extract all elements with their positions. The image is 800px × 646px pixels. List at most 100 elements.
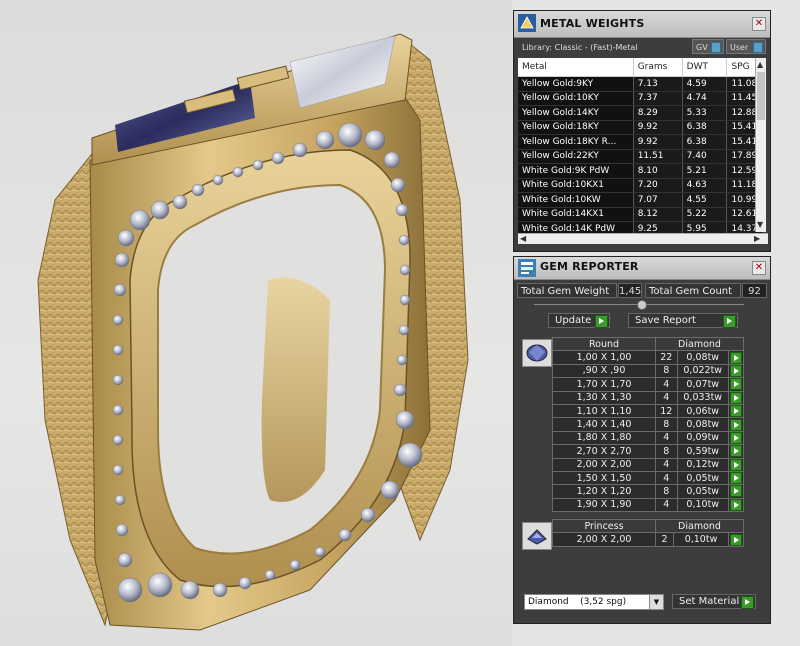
row-action-cell[interactable] (728, 444, 744, 459)
update-button[interactable]: Update (548, 313, 610, 328)
table-row[interactable]: 1,40 X 1,40 8 0,08tw (552, 417, 744, 432)
play-icon[interactable] (730, 431, 742, 444)
total-gem-count-label: Total Gem Count (645, 283, 741, 298)
table-row[interactable]: White Gold:9K PdW 8.10 5.21 12.59 (518, 163, 764, 179)
row-action-cell[interactable] (728, 532, 744, 547)
row-action-cell[interactable] (728, 403, 744, 419)
scroll-up-icon[interactable]: ▲ (757, 60, 763, 70)
table-row[interactable]: 1,20 X 1,20 8 0,05tw (552, 484, 744, 499)
3d-viewport[interactable] (0, 0, 512, 646)
play-icon[interactable] (730, 458, 742, 471)
table-cell: 11.51 (633, 149, 683, 164)
play-icon[interactable] (730, 391, 742, 404)
table-row[interactable]: Yellow Gold:18KY 9.92 6.38 15.41 (518, 120, 764, 135)
table-row[interactable]: 2,00 X 2,00 2 0,10tw (552, 532, 744, 547)
table-row[interactable]: 2,00 X 2,00 4 0,12tw (552, 457, 744, 472)
table-row[interactable]: Yellow Gold:9KY 7.13 4.59 11.08 (518, 76, 764, 92)
play-icon[interactable] (730, 445, 742, 458)
table-row[interactable]: 1,30 X 1,30 4 0,033tw (552, 390, 744, 405)
row-action-cell[interactable] (728, 390, 744, 405)
table-row[interactable]: 1,50 X 1,50 4 0,05tw (552, 470, 744, 486)
gv-toggle[interactable]: GV (692, 39, 724, 54)
table-row[interactable]: Yellow Gold:18KY R... 9.92 6.38 15.41 (518, 134, 764, 150)
row-action-cell[interactable] (728, 470, 744, 486)
metal-table-hscroll[interactable]: ◀ ▶ (518, 233, 768, 244)
col-grams[interactable]: Grams (633, 58, 683, 77)
scroll-down-icon[interactable]: ▼ (757, 220, 763, 230)
table-row[interactable]: 1,70 X 1,70 4 0,07tw (552, 377, 744, 392)
play-icon[interactable] (730, 351, 742, 364)
table-row[interactable]: White Gold:10KX1 7.20 4.63 11.18 (518, 178, 764, 193)
total-gem-weight-value: 1,45 (618, 283, 642, 298)
table-cell: 6.38 (682, 134, 728, 150)
table-row[interactable]: Yellow Gold:22KY 11.51 7.40 17.89 (518, 149, 764, 164)
col-metal[interactable]: Metal (518, 58, 634, 77)
table-row[interactable]: 1,00 X 1,00 22 0,08tw (552, 350, 744, 365)
table-cell: 0,59tw (676, 444, 729, 459)
set-material-button[interactable]: Set Material (672, 594, 756, 609)
close-icon[interactable]: ✕ (752, 261, 766, 275)
gem-reporter-titlebar[interactable]: GEM REPORTER ✕ (514, 257, 770, 280)
table-cell: 8.10 (633, 163, 683, 179)
splitter-knob-icon[interactable] (637, 300, 647, 310)
row-action-cell[interactable] (728, 457, 744, 472)
table-cell: 22 (655, 350, 678, 365)
table-row[interactable]: 1,10 X 1,10 12 0,06tw (552, 403, 744, 419)
col-dwt[interactable]: DWT (682, 58, 728, 77)
play-icon[interactable] (730, 378, 742, 391)
table-cell: 9.92 (633, 120, 683, 135)
table-row[interactable]: ,90 X ,90 8 0,022tw (552, 363, 744, 379)
play-icon[interactable] (730, 418, 742, 431)
gv-toggle-label: GV (696, 43, 708, 52)
table-cell: 5.33 (682, 105, 728, 121)
play-icon[interactable] (730, 533, 742, 546)
table-cell: 8.12 (633, 207, 683, 222)
princess-gem-table: Princess Diamond 2,00 X 2,00 2 0,10tw (552, 518, 744, 547)
gem-reporter-icon (518, 259, 536, 277)
metal-table-vscroll[interactable]: ▲ ▼ (755, 58, 766, 232)
user-toggle[interactable]: User (726, 39, 766, 54)
metal-weights-titlebar[interactable]: METAL WEIGHTS ✕ (514, 11, 770, 38)
material-select[interactable]: Diamond (3,52 spg) ▼ (524, 594, 664, 610)
table-row[interactable]: Yellow Gold:14KY 8.29 5.33 12.88 (518, 105, 764, 121)
table-row[interactable]: 1,80 X 1,80 4 0,09tw (552, 430, 744, 446)
table-cell: 0,06tw (676, 403, 729, 419)
table-cell: 0,09tw (676, 430, 729, 446)
table-row[interactable]: 2,70 X 2,70 8 0,59tw (552, 444, 744, 459)
table-row[interactable]: White Gold:10KW 7.07 4.55 10.99 (518, 192, 764, 208)
play-icon[interactable] (730, 472, 742, 485)
round-material-header: Diamond (655, 336, 744, 352)
play-icon[interactable] (730, 405, 742, 418)
table-row[interactable]: Yellow Gold:10KY 7.37 4.74 11.45 (518, 91, 764, 106)
gem-reporter-title: GEM REPORTER (540, 260, 639, 273)
table-cell: 7.37 (633, 91, 683, 106)
row-action-cell[interactable] (728, 377, 744, 392)
scroll-right-icon[interactable]: ▶ (754, 234, 760, 244)
table-cell: 8 (655, 444, 678, 459)
row-action-cell[interactable] (728, 484, 744, 499)
play-icon[interactable] (730, 498, 742, 511)
close-icon[interactable]: ✕ (752, 17, 766, 31)
table-cell: 1,90 X 1,90 (552, 497, 656, 513)
table-cell: Yellow Gold:18KY R... (518, 134, 634, 150)
table-row[interactable]: 1,90 X 1,90 4 0,10tw (552, 497, 744, 513)
table-cell: 1,50 X 1,50 (552, 470, 656, 486)
table-cell: 2,00 X 2,00 (552, 457, 656, 472)
play-icon[interactable] (730, 364, 742, 377)
save-report-button[interactable]: Save Report (628, 313, 738, 328)
row-action-cell[interactable] (728, 497, 744, 513)
table-cell: 7.07 (633, 192, 683, 208)
table-cell: 4 (655, 470, 678, 486)
table-cell: White Gold:10KW (518, 192, 634, 208)
row-action-cell[interactable] (728, 430, 744, 446)
row-action-cell[interactable] (728, 363, 744, 379)
play-icon[interactable] (730, 485, 742, 498)
scroll-thumb[interactable] (757, 72, 765, 120)
scroll-left-icon[interactable]: ◀ (520, 234, 526, 244)
row-action-cell[interactable] (728, 417, 744, 432)
table-cell: 2 (654, 532, 675, 547)
table-row[interactable]: White Gold:14KX1 8.12 5.22 12.61 (518, 207, 764, 222)
chevron-down-icon[interactable]: ▼ (649, 595, 663, 609)
row-action-cell[interactable] (728, 350, 744, 365)
play-icon (595, 315, 608, 328)
